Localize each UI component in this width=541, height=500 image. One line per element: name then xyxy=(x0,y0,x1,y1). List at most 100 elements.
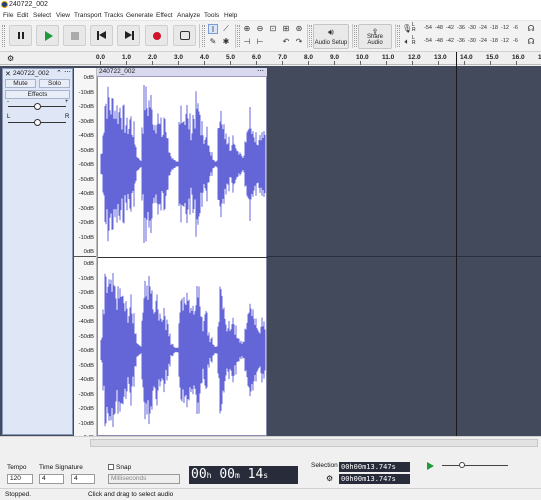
menu-help[interactable]: Help xyxy=(224,12,237,19)
time-signature-denominator[interactable]: 4 xyxy=(71,474,95,484)
window-title: 240722_002 xyxy=(9,1,48,8)
record-button[interactable] xyxy=(145,25,168,46)
menu-view[interactable]: View xyxy=(56,12,70,19)
clip-header[interactable]: 240722_002 ⋯ xyxy=(97,68,267,77)
draw-tool-icon[interactable]: ✎ xyxy=(208,37,218,47)
menu-select[interactable]: Select xyxy=(33,12,51,19)
playback-meter-menu-icon[interactable]: ☊ xyxy=(526,37,536,47)
selection-end[interactable]: 00h00m13.747s xyxy=(339,474,410,484)
menu-tracks[interactable]: Tracks xyxy=(104,12,123,19)
menu-edit[interactable]: Edit xyxy=(17,12,28,19)
pan-slider-thumb[interactable] xyxy=(34,119,41,126)
play-at-speed-icon[interactable] xyxy=(427,462,434,470)
speaker-meter-icon[interactable]: 🔈︎ xyxy=(402,37,412,47)
db-scale-label: -60dB xyxy=(78,162,94,168)
timeline-ruler[interactable]: ⚙ 0.0 1.0 2.0 3.0 4.0 5.0 6.0 7.0 8.0 9.0 10.0 11.0… xyxy=(0,52,541,65)
db-scale-label: -50dB xyxy=(78,333,94,340)
zoom-in-icon[interactable]: ⊕ xyxy=(242,24,252,34)
db-scale-label: -50dB xyxy=(78,147,94,154)
trim-icon[interactable]: ⊣ xyxy=(242,37,252,47)
play-button[interactable] xyxy=(36,25,59,46)
toolbar-grip[interactable] xyxy=(2,25,5,47)
fit-selection-icon[interactable]: ⊡ xyxy=(268,24,278,34)
loop-icon xyxy=(180,31,190,40)
select-tool-icon[interactable]: I xyxy=(208,24,218,34)
ruler-tick-mark xyxy=(334,61,335,65)
loop-button[interactable] xyxy=(173,25,196,46)
record-icon xyxy=(153,32,161,40)
envelope-tool-icon[interactable]: ⟋ xyxy=(221,24,231,34)
db-scale-label: -20dB xyxy=(78,406,94,412)
menu-analyze[interactable]: Analyze xyxy=(177,12,200,19)
undo-icon[interactable]: ↶ xyxy=(281,37,291,47)
speed-slider-thumb[interactable] xyxy=(459,462,465,468)
playback-meter[interactable]: -54 -48 -42 -36 -30 -24 -18 -12 -6 xyxy=(418,38,523,46)
audio-setup-button[interactable]: 🔊︎ Audio Setup xyxy=(313,24,349,49)
db-scale-label: -10dB xyxy=(78,275,94,282)
silence-icon[interactable]: ⊢ xyxy=(255,37,265,47)
selection-start[interactable]: 00h00m13.747s xyxy=(339,462,410,472)
menu-effect[interactable]: Effect xyxy=(156,12,173,19)
channel-divider xyxy=(74,256,96,257)
solo-button[interactable]: Solo xyxy=(39,79,70,88)
app-icon xyxy=(1,1,8,8)
tools-grip[interactable] xyxy=(202,25,205,47)
status-hint: Click and drag to select audio xyxy=(88,491,174,498)
ruler-tick-label: 11.0 xyxy=(382,54,395,61)
gain-slider-thumb[interactable] xyxy=(34,103,41,110)
multi-tool-icon[interactable]: ✱ xyxy=(221,37,231,47)
toolbar: I ⟋ ✎ ✱ ⊕ ⊖ ⊡ ⊞ ⊛ ⊣ ⊢ ↶ ↷ 🔊︎ Audio Setup… xyxy=(0,21,541,52)
zoom-out-icon[interactable]: ⊖ xyxy=(255,24,265,34)
ruler-tick-mark xyxy=(178,61,179,65)
share-audio-button[interactable]: ⇪ Share Audio xyxy=(358,24,392,49)
close-track-icon[interactable]: ✕ xyxy=(5,70,11,78)
audio-clip[interactable] xyxy=(97,68,268,437)
selection-settings-icon[interactable]: ⚙ xyxy=(326,474,333,483)
snap-unit-select[interactable]: Milliseconds xyxy=(108,474,180,484)
time-signature-numerator[interactable]: 4 xyxy=(39,474,64,484)
ruler-tick-mark xyxy=(516,61,517,65)
db-scale-label: -10dB xyxy=(78,420,94,427)
track-menu-icon[interactable]: ⋯ xyxy=(64,68,71,76)
clip-name[interactable]: 240722_002 xyxy=(99,68,135,75)
track-control-panel[interactable]: ✕ 240722_002 ⌃ ⋯ Mute Solo Effects - + L… xyxy=(2,68,73,435)
track-name[interactable]: 240722_002 xyxy=(13,70,49,77)
clip-menu-icon[interactable]: ⋯ xyxy=(257,67,264,75)
track-divider-line xyxy=(267,256,541,257)
record-meter[interactable]: -54 -48 -42 -36 -30 -24 -18 -12 -6 xyxy=(418,25,523,33)
menu-generate[interactable]: Generate xyxy=(126,12,153,19)
ruler-tick-mark xyxy=(438,61,439,65)
effects-button[interactable]: Effects xyxy=(5,90,70,99)
ruler-tick-mark xyxy=(412,61,413,65)
tempo-input[interactable]: 120 xyxy=(7,474,33,484)
waveform[interactable] xyxy=(98,69,268,437)
ruler-tick-label: 10.0 xyxy=(356,54,369,61)
redo-icon[interactable]: ↷ xyxy=(294,37,304,47)
ruler-tick-mark xyxy=(308,61,309,65)
bottom-scrollbar[interactable] xyxy=(90,439,538,447)
timeline-settings-icon[interactable]: ⚙ xyxy=(7,54,14,63)
mute-button[interactable]: Mute xyxy=(5,79,36,88)
skip-end-button[interactable] xyxy=(117,25,140,46)
play-meter-channels: L R xyxy=(412,35,416,46)
fit-project-icon[interactable]: ⊞ xyxy=(281,24,291,34)
stop-icon xyxy=(71,32,79,40)
record-meter-menu-icon[interactable]: ☊ xyxy=(526,24,536,34)
db-scale-label: -20dB xyxy=(78,220,94,226)
collapse-track-icon[interactable]: ⌃ xyxy=(56,69,62,77)
skip-start-button[interactable] xyxy=(90,25,113,46)
menu-tools[interactable]: Tools xyxy=(204,12,219,19)
snap-checkbox[interactable] xyxy=(108,464,114,470)
ruler-tick-label: 7.0 xyxy=(278,54,288,61)
stop-button[interactable] xyxy=(63,25,86,46)
time-display[interactable]: 00h 00m 14s xyxy=(189,466,298,484)
zoom-toggle-icon[interactable]: ⊛ xyxy=(294,24,304,34)
db-scale-label: -20dB xyxy=(78,104,94,110)
pause-button[interactable] xyxy=(9,25,32,46)
menu-file[interactable]: File xyxy=(3,12,13,19)
ruler-tick-mark xyxy=(464,61,465,65)
menu-transport[interactable]: Transport xyxy=(74,12,102,19)
db-scale-label: -40dB xyxy=(78,377,94,383)
microphone-icon[interactable]: 🎙︎ xyxy=(402,24,412,34)
pan-right-label: R xyxy=(65,114,70,120)
